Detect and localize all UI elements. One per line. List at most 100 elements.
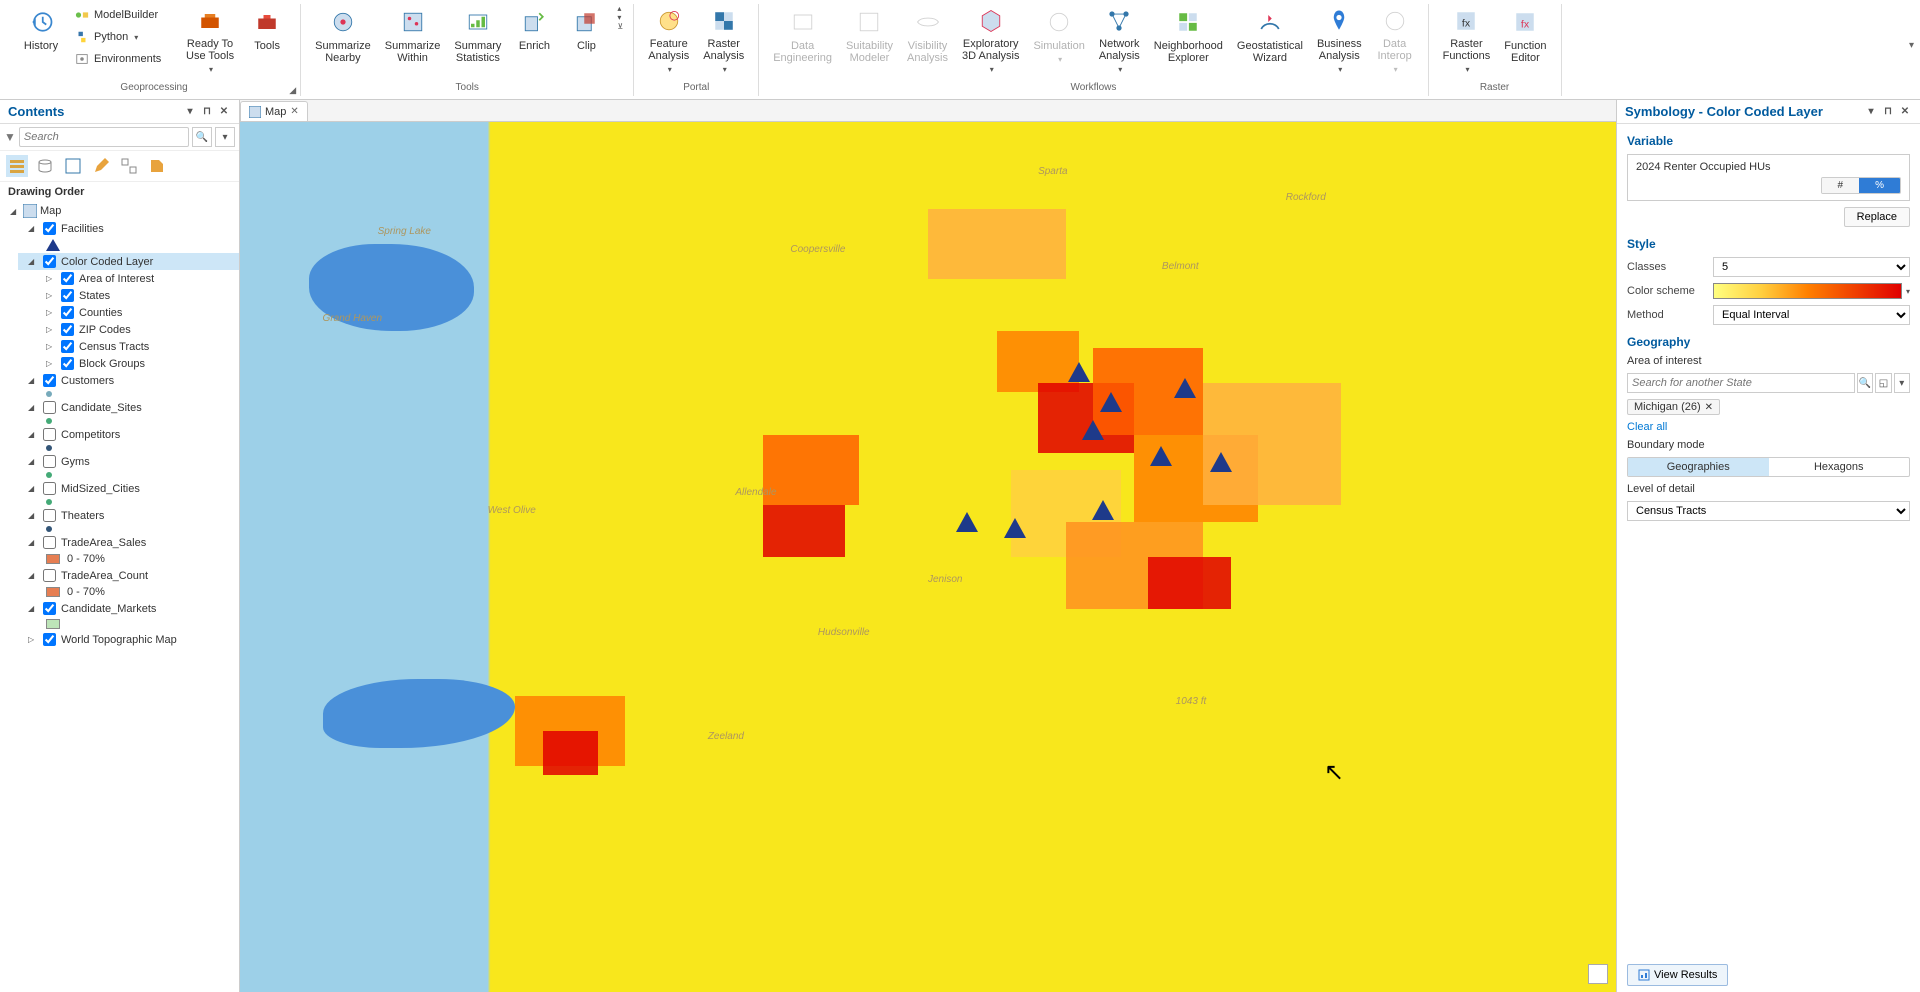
sublayer-zipcodes[interactable]: ▷ZIP Codes	[36, 321, 239, 338]
classes-select[interactable]: 5	[1713, 257, 1910, 277]
layer-checkbox[interactable]	[43, 633, 56, 646]
replace-button[interactable]: Replace	[1844, 207, 1910, 227]
layer-checkbox[interactable]	[43, 428, 56, 441]
layer-checkbox[interactable]	[61, 357, 74, 370]
layer-checkbox[interactable]	[43, 401, 56, 414]
feature-analysis-button[interactable]: Feature Analysis▾	[642, 4, 695, 78]
layer-color-coded[interactable]: ◢Color Coded Layer	[18, 253, 239, 270]
clear-all-link[interactable]: Clear all	[1627, 421, 1910, 433]
facility-marker[interactable]	[1150, 446, 1172, 466]
caret-icon[interactable]: ▾	[1906, 287, 1910, 296]
suitability-modeler-button[interactable]: Suitability Modeler	[840, 4, 899, 78]
aoi-search-input[interactable]	[1627, 373, 1855, 393]
list-by-snapping-icon[interactable]	[118, 155, 140, 177]
network-analysis-button[interactable]: Network Analysis▾	[1093, 4, 1146, 78]
search-icon[interactable]: 🔍	[192, 127, 212, 147]
layer-checkbox[interactable]	[43, 255, 56, 268]
layer-gyms[interactable]: ◢Gyms	[18, 453, 239, 470]
business-analysis-button[interactable]: Business Analysis▾	[1311, 4, 1368, 78]
level-of-detail-select[interactable]: Census Tracts	[1627, 501, 1910, 521]
facility-marker[interactable]	[1174, 378, 1196, 398]
ready-to-use-button[interactable]: Ready To Use Tools▾	[180, 4, 240, 78]
layer-candidate-markets[interactable]: ◢Candidate_Markets	[18, 600, 239, 617]
raster-functions-button[interactable]: fxRaster Functions▾	[1437, 4, 1497, 78]
tools-button[interactable]: Tools	[242, 4, 292, 78]
layer-checkbox[interactable]	[61, 289, 74, 302]
raster-analysis-button[interactable]: Raster Analysis▾	[697, 4, 750, 78]
layer-checkbox[interactable]	[43, 222, 56, 235]
layer-checkbox[interactable]	[43, 536, 56, 549]
caret-icon[interactable]: ▾	[1894, 373, 1910, 393]
history-button[interactable]: History	[16, 4, 66, 78]
sublayer-block-groups[interactable]: ▷Block Groups	[36, 355, 239, 372]
color-ramp[interactable]	[1713, 283, 1902, 299]
layer-midsized-cities[interactable]: ◢MidSized_Cities	[18, 480, 239, 497]
search-options-icon[interactable]: ▾	[215, 127, 235, 147]
layer-customers[interactable]: ◢Customers	[18, 372, 239, 389]
sublayer-counties[interactable]: ▷Counties	[36, 304, 239, 321]
layer-checkbox[interactable]	[61, 323, 74, 336]
layer-candidate-sites[interactable]: ◢Candidate_Sites	[18, 399, 239, 416]
pin-icon[interactable]: ⊓	[200, 105, 214, 119]
geostatistical-wizard-button[interactable]: Geostatistical Wizard	[1231, 4, 1309, 78]
options-icon[interactable]: ▾	[1864, 105, 1878, 119]
gallery-launcher-icon[interactable]: ⊻	[617, 22, 623, 31]
method-select[interactable]: Equal Interval	[1713, 305, 1910, 325]
view-results-button[interactable]: View Results	[1627, 964, 1728, 986]
layer-checkbox[interactable]	[61, 306, 74, 319]
map-tab[interactable]: Map ✕	[240, 101, 308, 121]
list-by-drawing-order-icon[interactable]	[6, 155, 28, 177]
layer-tradearea-count[interactable]: ◢TradeArea_Count	[18, 567, 239, 584]
filter-icon[interactable]: ▼	[4, 130, 16, 144]
map-canvas[interactable]: Coopersville Sparta Rockford Belmont Spr…	[240, 122, 1616, 992]
options-icon[interactable]: ▾	[183, 105, 197, 119]
layer-basemap[interactable]: ▷World Topographic Map	[18, 631, 239, 648]
neighborhood-explorer-button[interactable]: Neighborhood Explorer	[1148, 4, 1229, 78]
layer-checkbox[interactable]	[43, 602, 56, 615]
close-icon[interactable]: ✕	[290, 106, 298, 117]
dialog-launcher-icon[interactable]: ◢	[289, 85, 296, 96]
facility-marker[interactable]	[956, 512, 978, 532]
close-icon[interactable]: ✕	[1898, 105, 1912, 119]
facility-marker[interactable]	[1092, 500, 1114, 520]
list-by-source-icon[interactable]	[34, 155, 56, 177]
layer-checkbox[interactable]	[61, 272, 74, 285]
sublayer-census-tracts[interactable]: ▷Census Tracts	[36, 338, 239, 355]
summary-statistics-button[interactable]: Summary Statistics	[448, 4, 507, 78]
hexagons-toggle[interactable]: Hexagons	[1769, 458, 1910, 476]
enrich-button[interactable]: Enrich	[509, 4, 559, 78]
map-root-item[interactable]: ◢Map	[0, 202, 239, 220]
count-toggle[interactable]: #	[1822, 178, 1860, 193]
list-by-labeling-icon[interactable]	[146, 155, 168, 177]
layer-checkbox[interactable]	[43, 482, 56, 495]
data-engineering-button[interactable]: Data Engineering	[767, 4, 838, 78]
simulation-button[interactable]: Simulation▾	[1027, 4, 1090, 78]
facility-marker[interactable]	[1068, 362, 1090, 382]
layer-competitors[interactable]: ◢Competitors	[18, 426, 239, 443]
environments-button[interactable]: Environments	[68, 48, 178, 70]
exploratory-3d-button[interactable]: Exploratory 3D Analysis▾	[956, 4, 1025, 78]
close-icon[interactable]: ✕	[217, 105, 231, 119]
python-button[interactable]: Python▾	[68, 26, 178, 48]
search-icon[interactable]: 🔍	[1857, 373, 1873, 393]
list-by-editing-icon[interactable]	[90, 155, 112, 177]
sublayer-states[interactable]: ▷States	[36, 287, 239, 304]
contents-search-input[interactable]	[19, 127, 189, 147]
ribbon-collapse-icon[interactable]: ▾	[1909, 40, 1914, 51]
layer-theaters[interactable]: ◢Theaters	[18, 507, 239, 524]
aoi-extent-icon[interactable]: ◱	[1875, 373, 1891, 393]
layer-checkbox[interactable]	[43, 455, 56, 468]
layer-checkbox[interactable]	[43, 569, 56, 582]
scroll-up-icon[interactable]: ▴	[617, 4, 623, 13]
geographies-toggle[interactable]: Geographies	[1628, 458, 1769, 476]
layer-checkbox[interactable]	[43, 509, 56, 522]
function-editor-button[interactable]: fxFunction Editor	[1498, 4, 1552, 78]
list-by-selection-icon[interactable]	[62, 155, 84, 177]
facility-marker[interactable]	[1004, 518, 1026, 538]
clip-button[interactable]: Clip	[561, 4, 611, 78]
layer-facilities[interactable]: ◢Facilities	[18, 220, 239, 237]
modelbuilder-button[interactable]: ModelBuilder	[68, 4, 178, 26]
scroll-down-icon[interactable]: ▾	[617, 13, 623, 22]
layer-checkbox[interactable]	[61, 340, 74, 353]
chip-remove-icon[interactable]: ✕	[1705, 402, 1713, 413]
